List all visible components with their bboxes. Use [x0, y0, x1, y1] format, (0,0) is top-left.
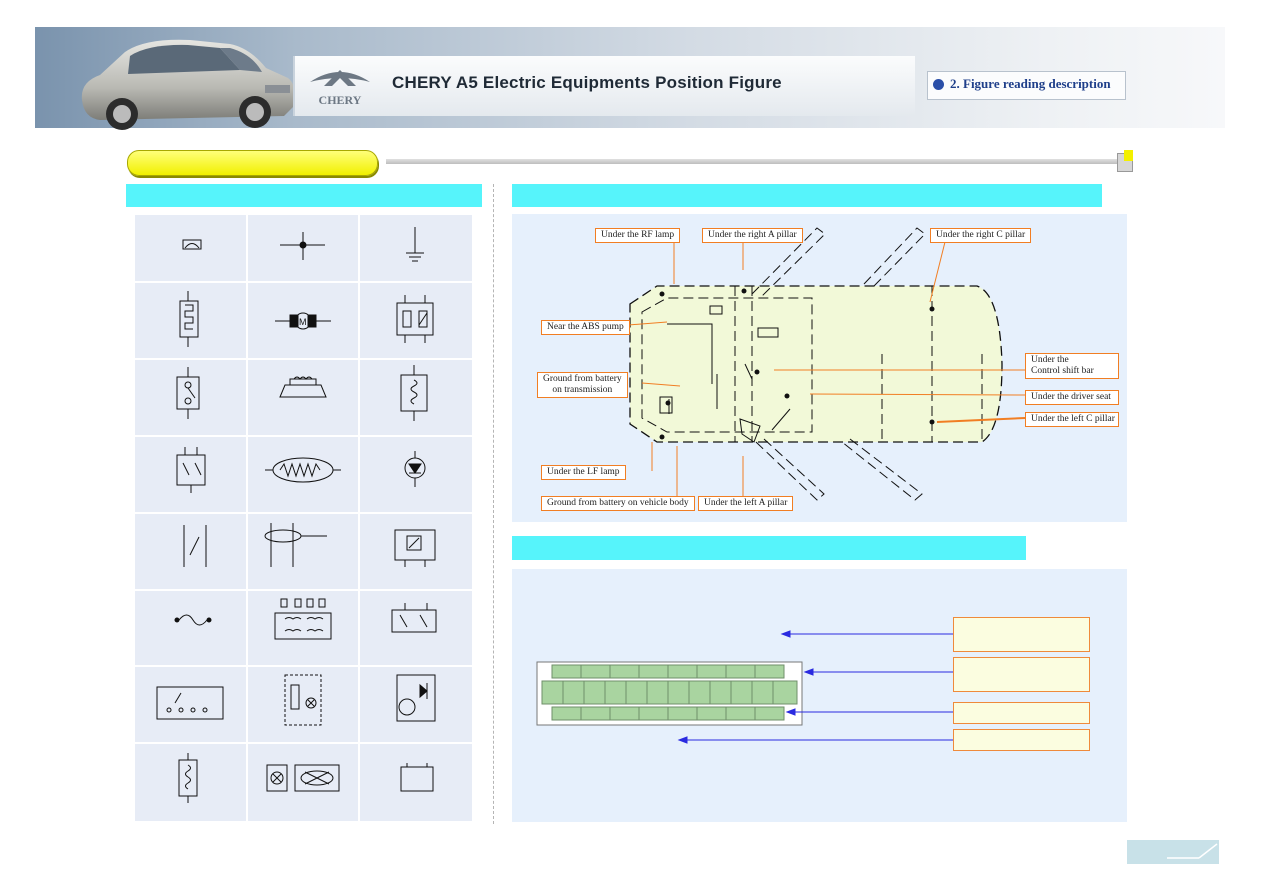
- label-right-c-pillar: Under the right C pillar: [930, 228, 1032, 243]
- symbols-section-bar: [126, 184, 482, 207]
- inductor-symbol-icon: [178, 753, 198, 803]
- label-control-shift-line1: Under the: [1031, 355, 1069, 365]
- connector-callout-1: [953, 617, 1090, 652]
- label-right-a-pillar: Under the right A pillar: [702, 228, 803, 243]
- connector-callout-2: [953, 657, 1090, 692]
- horn-symbol-icon: [279, 376, 327, 398]
- page-title: CHERY A5 Electric Equipments Position Fi…: [392, 73, 782, 92]
- coil-symbol-icon: [400, 365, 428, 421]
- lamp-relay-internal-icon: [290, 684, 317, 710]
- circuit-breaker-symbol-icon: [183, 525, 207, 567]
- connector-section-bar: [512, 536, 1026, 560]
- ignition-coil-symbol-icon: [274, 598, 332, 640]
- multi-switch-symbol-icon: [176, 447, 206, 493]
- pump-motor-symbol-icon: [396, 674, 436, 722]
- label-rf-lamp: Under the RF lamp: [595, 228, 681, 243]
- connector-callout-3: [953, 702, 1090, 724]
- page-number-tag: [1127, 840, 1219, 864]
- section-rule: [386, 159, 1124, 164]
- connector-diagram: [536, 630, 953, 744]
- symbol-grid: M: [135, 215, 472, 821]
- svg-text:M: M: [299, 317, 307, 327]
- section-pill: [127, 150, 378, 176]
- car-image: [81, 39, 296, 130]
- thermo-switch-symbol-icon: [394, 529, 436, 567]
- label-left-a-pillar: Under the left A pillar: [698, 496, 794, 511]
- bullet-icon: [933, 79, 944, 90]
- twisted-pair-symbol-icon: [264, 523, 327, 567]
- page-tag-arrow-icon: [1167, 843, 1218, 859]
- logo-brand-text: CHERY: [319, 93, 362, 107]
- double-switch-symbol-icon: [391, 603, 437, 633]
- label-abs-pump: Near the ABS pump: [541, 320, 630, 335]
- symbol-grid-drawing: M: [135, 215, 472, 821]
- ground-section-bar: [512, 184, 1102, 207]
- relay-symbol-icon: [396, 295, 434, 343]
- label-lf-lamp: Under the LF lamp: [541, 465, 626, 480]
- fuse-symbol-icon: [174, 614, 212, 626]
- junction-symbol-icon: [280, 232, 325, 260]
- label-driver-seat: Under the driver seat: [1025, 390, 1119, 405]
- label-left-c-pillar: Under the left C pillar: [1025, 412, 1119, 427]
- combination-switch-symbol-icon: [156, 686, 224, 720]
- label-control-shift-line2: Control shift bar: [1031, 366, 1094, 376]
- heating-element-symbol-icon: [265, 457, 341, 483]
- motor-symbol-icon: M: [275, 312, 331, 330]
- chery-logo: CHERY: [310, 70, 370, 107]
- rule-end-highlight: [1124, 150, 1133, 161]
- switch-symbol-icon: [176, 367, 200, 419]
- label-ground-transmission-line2: on transmission: [552, 385, 613, 395]
- heater-symbol-icon: [179, 291, 199, 347]
- splice-symbol-icon: [182, 239, 202, 250]
- connector-callout-4: [953, 729, 1090, 751]
- bulb-symbol-icon: [266, 764, 340, 792]
- label-ground-body: Ground from battery on vehicle body: [541, 496, 695, 511]
- column-divider: [493, 184, 494, 824]
- label-control-shift-bar: Under the Control shift bar: [1025, 353, 1119, 379]
- connector-panel: [512, 569, 1127, 822]
- ground-points-panel: Under the RF lamp Under the right A pill…: [512, 214, 1127, 522]
- label-ground-transmission: Ground from battery on transmission: [537, 372, 628, 398]
- section-tag-label: 2. Figure reading description: [950, 76, 1111, 91]
- battery-symbol-icon: [400, 763, 434, 792]
- label-ground-transmission-line1: Ground from battery: [543, 374, 622, 384]
- ground-symbol-icon: [406, 227, 424, 262]
- diode-lamp-symbol-icon: [404, 451, 426, 487]
